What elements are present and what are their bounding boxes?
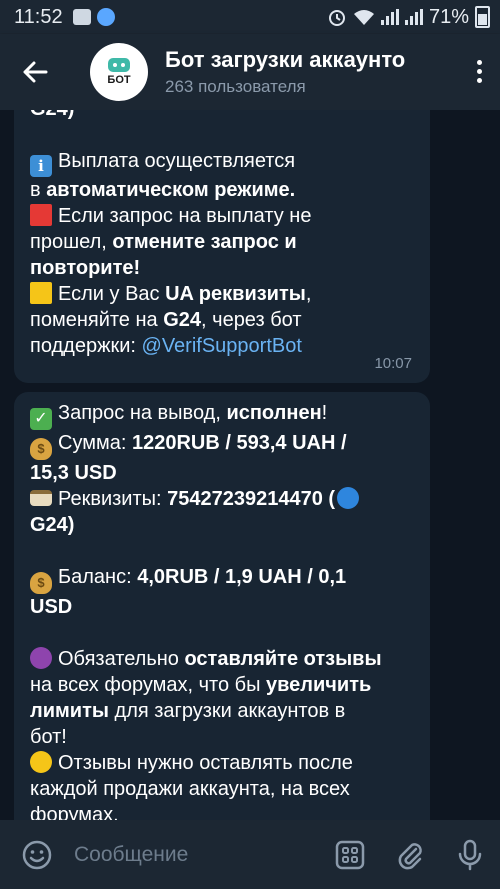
emoji-button[interactable] — [0, 820, 74, 889]
status-time: 11:52 — [14, 5, 63, 28]
info-emoji-icon: i — [30, 155, 52, 177]
attach-icon — [398, 842, 422, 869]
message-time: 10:07 — [374, 355, 412, 372]
globe-emoji-icon — [337, 487, 360, 509]
app-notification-icon — [96, 8, 115, 26]
emoji-icon — [22, 840, 52, 869]
money-bag-emoji-icon: $ — [30, 572, 52, 594]
message-input[interactable]: Сообщение — [74, 843, 320, 867]
signal-icon-2 — [404, 9, 423, 25]
back-arrow-icon — [23, 61, 48, 83]
bot-commands-button[interactable] — [320, 820, 380, 889]
money-bag-emoji-icon: $ — [30, 438, 52, 460]
message-list[interactable]: G24) iВыплата осуществляется в автоматич… — [0, 110, 500, 820]
avatar-label: БОТ — [107, 74, 131, 86]
more-vert-icon[interactable] — [477, 60, 482, 83]
status-bar: 11:52 71% — [0, 0, 500, 34]
wifi-icon — [353, 10, 374, 25]
robot-icon — [108, 58, 130, 72]
check-emoji-icon: ✓ — [30, 408, 52, 430]
bot-commands-icon — [335, 840, 365, 869]
message-bubble: ✓ Запрос на вывод, исполнен! $ Сумма: 1220… — [14, 392, 430, 820]
battery-percent: 71% — [428, 5, 469, 28]
battery-icon — [475, 6, 490, 28]
voice-message-button[interactable] — [440, 820, 500, 889]
chat-info[interactable]: Бот загрузки аккаунто 263 пользователя — [165, 47, 435, 97]
credit-card-emoji-icon — [30, 490, 52, 506]
red-square-emoji-icon — [30, 204, 52, 226]
yellow-circle-emoji-icon — [30, 751, 52, 773]
chat-title: Бот загрузки аккаунто — [165, 47, 406, 72]
gallery-notification-icon — [72, 9, 91, 25]
mic-icon — [458, 839, 482, 870]
purple-circle-emoji-icon — [30, 647, 52, 669]
message-composer: Сообщение — [0, 820, 500, 889]
yellow-square-emoji-icon — [30, 282, 52, 304]
back-button[interactable] — [0, 34, 70, 110]
member-count: 263 пользователя — [165, 77, 306, 96]
chat-header: БОТ Бот загрузки аккаунто 263 пользовате… — [0, 34, 500, 110]
message-bubble: G24) iВыплата осуществляется в автоматич… — [14, 110, 430, 383]
alarm-icon — [328, 10, 345, 26]
attach-button[interactable] — [380, 820, 440, 889]
support-bot-link[interactable]: @VerifSupportBot — [142, 335, 302, 357]
signal-icon — [380, 9, 399, 25]
avatar[interactable]: БОТ — [90, 43, 148, 101]
